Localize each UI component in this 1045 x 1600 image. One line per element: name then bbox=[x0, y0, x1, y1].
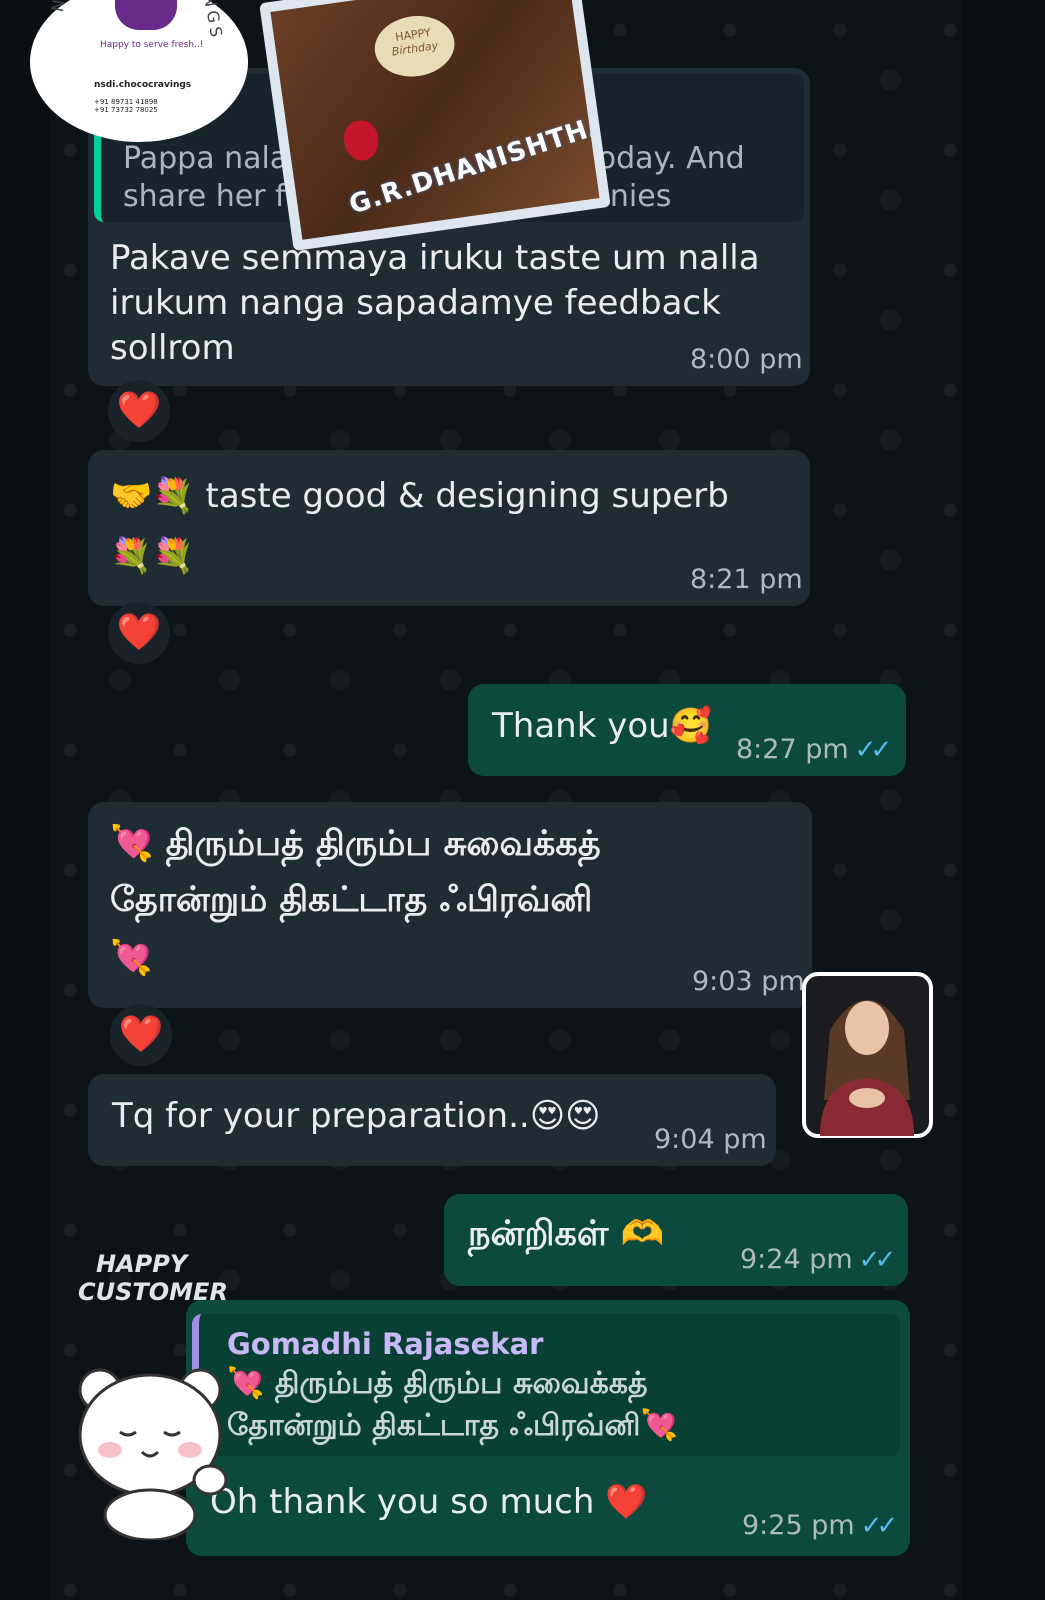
heart-arrow-emoji: 💘 bbox=[227, 1366, 265, 1401]
message-text-line1: திரும்பத் திரும்ப சுவைக்கத் bbox=[165, 824, 601, 864]
woman-thankful-sticker bbox=[802, 972, 933, 1138]
smiling-hearts-emoji: 🥰 bbox=[669, 706, 713, 746]
reaction-badge[interactable]: ❤️ bbox=[108, 602, 170, 664]
message-time: 8:21 pm bbox=[690, 564, 803, 595]
heart-arrow-emoji: 💘 bbox=[110, 824, 154, 864]
heart-icon: ❤️ bbox=[116, 612, 162, 653]
red-heart-emoji: ❤️ bbox=[605, 1482, 648, 1522]
phone-numbers: +91 89731 41898 +91 73732 78025 bbox=[94, 98, 158, 114]
read-receipt-icon: ✓✓ bbox=[854, 735, 892, 765]
message-bubble-incoming[interactable]: 💘 திரும்பத் திரும்ப சுவைக்கத் தோன்றும் த… bbox=[88, 802, 812, 1008]
message-time: 8:27 pm bbox=[736, 734, 849, 765]
message-time: 9:25 pm bbox=[742, 1510, 855, 1541]
quoted-text-right: today. And bbox=[586, 141, 745, 176]
flower-emoji: 💐💐 bbox=[110, 536, 195, 576]
quoted-line1: திரும்பத் திரும்ப சுவைக்கத் bbox=[274, 1366, 648, 1401]
sticker-line1: HAPPY bbox=[96, 1250, 188, 1278]
message-time: 9:03 pm bbox=[692, 966, 805, 997]
message-text: Thank you bbox=[492, 706, 670, 746]
message-text: Pakave semmaya iruku taste um nalla iruk… bbox=[110, 238, 760, 368]
cake-name-text: G.R.DHANISHTHA bbox=[345, 108, 611, 221]
heart-hands-emoji: 🫶 bbox=[620, 1214, 665, 1254]
message-bubble-incoming[interactable]: 🤝💐 taste good & designing superb 💐💐 8:21… bbox=[88, 450, 810, 606]
message-text-line2: தோன்றும் திகட்டாத ஃபிரவ்னி bbox=[110, 880, 593, 920]
reaction-badge[interactable]: ❤️ bbox=[108, 380, 170, 442]
heart-icon: ❤️ bbox=[118, 1014, 164, 1055]
phone-1: +91 89731 41898 bbox=[94, 98, 158, 106]
heart-eyes-emoji: 😍😍 bbox=[529, 1096, 601, 1136]
message-text: Oh thank you so much bbox=[210, 1482, 595, 1522]
strawberry-decoration bbox=[341, 118, 381, 163]
message-text: taste good & designing superb bbox=[205, 476, 729, 516]
chocolate-pot-icon bbox=[115, 0, 177, 30]
quoted-message[interactable]: Gomadhi Rajasekar 💘 திரும்பத் திரும்ப சு… bbox=[192, 1314, 900, 1456]
message-bubble-outgoing[interactable]: நன்றிகள் 🫶 9:24 pm ✓✓ bbox=[444, 1194, 908, 1286]
cake-photo: HAPPY Birthday G.R.DHANISHTHA bbox=[259, 0, 611, 252]
instagram-handle: nsdi.chococravings bbox=[94, 80, 192, 90]
message-bubble-outgoing[interactable]: Gomadhi Rajasekar 💘 திரும்பத் திரும்ப சு… bbox=[186, 1300, 910, 1556]
message-text: நன்றிகள் bbox=[468, 1214, 609, 1254]
message-bubble-outgoing[interactable]: Thank you🥰 8:27 pm ✓✓ bbox=[468, 684, 906, 776]
happy-customer-sticker: HAPPY CUSTOMER bbox=[66, 1250, 228, 1306]
heart-arrow-emoji: 💘 bbox=[640, 1408, 678, 1443]
message-text: Tq for your preparation.. bbox=[112, 1096, 530, 1136]
heart-arrow-emoji: 💘 bbox=[110, 938, 153, 978]
message-time: 9:24 pm bbox=[740, 1244, 853, 1275]
birthday-plaque: HAPPY Birthday bbox=[370, 10, 459, 82]
reaction-badge[interactable]: ❤️ bbox=[110, 1004, 172, 1066]
read-receipt-icon: ✓✓ bbox=[860, 1511, 898, 1541]
quoted-line2: தோன்றும் திகட்டாத ஃபிரவ்னி bbox=[227, 1408, 641, 1443]
quoted-author: Gomadhi Rajasekar bbox=[227, 1327, 544, 1361]
read-receipt-icon: ✓✓ bbox=[858, 1245, 896, 1275]
message-time: 8:00 pm bbox=[690, 344, 803, 375]
handshake-flower-emoji: 🤝💐 bbox=[110, 476, 195, 516]
sticker-line2: CUSTOMER bbox=[78, 1278, 228, 1306]
bear-sticker bbox=[78, 1368, 228, 1540]
logo-tagline: Happy to serve fresh..! bbox=[100, 40, 204, 50]
message-time: 9:04 pm bbox=[654, 1124, 767, 1155]
heart-icon: ❤️ bbox=[116, 390, 162, 431]
phone-2: +91 73732 78025 bbox=[94, 106, 158, 114]
message-bubble-incoming[interactable]: Tq for your preparation..😍😍 9:04 pm bbox=[88, 1074, 776, 1166]
